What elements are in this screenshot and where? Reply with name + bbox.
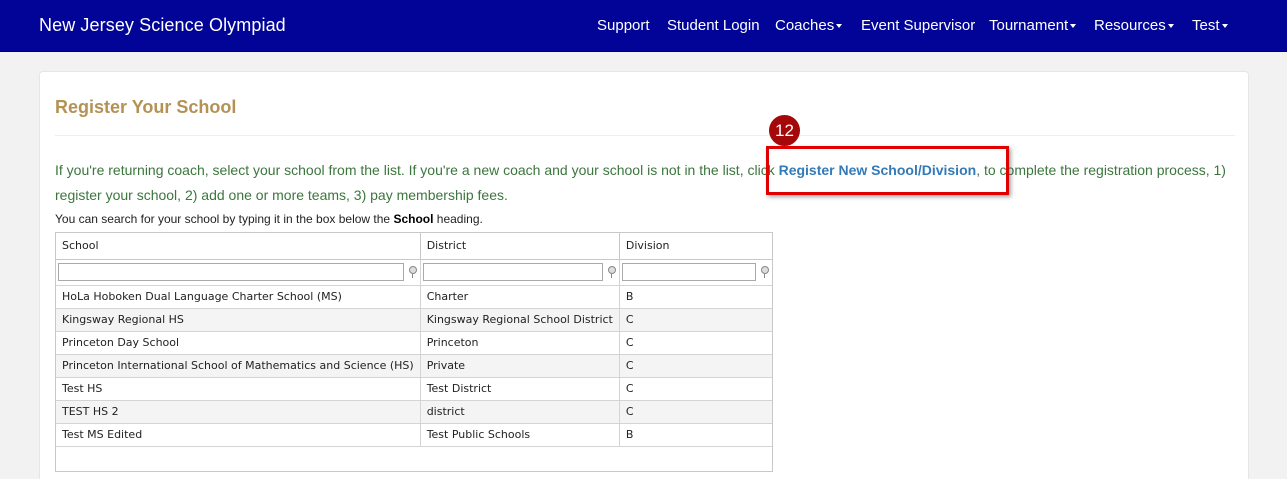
column-header-district[interactable]: District	[420, 233, 620, 260]
filter-cell	[420, 259, 620, 286]
caret-down-icon	[836, 24, 843, 29]
filter-pin-icon[interactable]	[408, 266, 417, 278]
table-row[interactable]: Kingsway Regional HS Kingsway Regional S…	[56, 308, 772, 332]
district-filter-input[interactable]	[422, 263, 603, 281]
district-cell[interactable]: Charter	[420, 285, 620, 309]
school-grid: School District Division HoLa Hoboken Du…	[55, 232, 773, 472]
table-row[interactable]: HoLa Hoboken Dual Language Charter Schoo…	[56, 285, 772, 309]
school-cell[interactable]: HoLa Hoboken Dual Language Charter Schoo…	[56, 285, 421, 309]
school-cell[interactable]: Princeton International School of Mathem…	[56, 354, 421, 378]
school-cell[interactable]: Test HS	[56, 377, 421, 401]
intro-before: If you're returning coach, select your s…	[55, 162, 779, 178]
step-highlight-box	[766, 146, 1009, 195]
school-table: School District Division HoLa Hoboken Du…	[56, 233, 772, 447]
nav-student-login[interactable]: Student Login	[667, 17, 760, 34]
nav-coaches[interactable]: Coaches	[775, 17, 843, 34]
division-filter-input[interactable]	[621, 263, 756, 281]
filter-cell	[56, 259, 421, 286]
nav-event-supervisor[interactable]: Event Supervisor	[861, 17, 975, 34]
school-cell[interactable]: TEST HS 2	[56, 400, 421, 424]
caret-down-icon	[1070, 24, 1077, 29]
division-cell[interactable]: B	[619, 285, 772, 309]
district-cell[interactable]: Kingsway Regional School District	[420, 308, 620, 332]
nav-test[interactable]: Test	[1192, 17, 1228, 34]
district-cell[interactable]: Princeton	[420, 331, 620, 355]
search-hint: You can search for your school by typing…	[55, 212, 483, 226]
nav-resources-label: Resources	[1094, 17, 1166, 34]
divider	[55, 135, 1235, 136]
nav-coaches-label: Coaches	[775, 17, 835, 34]
main-nav: Support Student Login Coaches Event Supe…	[0, 17, 1287, 37]
filter-wrap	[58, 263, 418, 281]
district-cell[interactable]: Test Public Schools	[420, 423, 620, 447]
division-cell[interactable]: C	[619, 400, 772, 424]
district-cell[interactable]: Test District	[420, 377, 620, 401]
table-row[interactable]: Test HS Test District C	[56, 377, 772, 401]
column-header-division[interactable]: Division	[619, 233, 772, 260]
division-cell[interactable]: C	[619, 308, 772, 332]
table-row[interactable]: TEST HS 2 district C	[56, 400, 772, 424]
intro-text: If you're returning coach, select your s…	[55, 158, 1235, 208]
nav-support[interactable]: Support	[597, 17, 650, 34]
header-row: School District Division	[56, 233, 772, 260]
column-header-school[interactable]: School	[56, 233, 421, 260]
caret-down-icon	[1167, 24, 1174, 29]
hint-bold: School	[393, 212, 434, 226]
filter-row	[56, 259, 772, 286]
page-title: Register Your School	[55, 97, 237, 117]
filter-cell	[619, 259, 772, 286]
division-cell[interactable]: B	[619, 423, 772, 447]
table-row[interactable]: Test MS Edited Test Public Schools B	[56, 423, 772, 447]
division-cell[interactable]: C	[619, 331, 772, 355]
nav-resources[interactable]: Resources	[1094, 17, 1174, 34]
nav-tournament-label: Tournament	[989, 17, 1069, 34]
filter-pin-icon[interactable]	[760, 266, 769, 278]
content-panel: Register Your School If you're returning…	[39, 71, 1249, 479]
division-cell[interactable]: C	[619, 354, 772, 378]
table-row[interactable]: Princeton Day School Princeton C	[56, 331, 772, 355]
school-cell[interactable]: Princeton Day School	[56, 331, 421, 355]
district-cell[interactable]: district	[420, 400, 620, 424]
filter-wrap	[621, 263, 770, 281]
nav-tournament[interactable]: Tournament	[989, 17, 1077, 34]
hint-after: heading.	[433, 212, 483, 226]
school-filter-input[interactable]	[58, 263, 404, 281]
caret-down-icon	[1221, 24, 1228, 29]
filter-pin-icon[interactable]	[607, 266, 616, 278]
table-row[interactable]: Princeton International School of Mathem…	[56, 354, 772, 378]
hint-before: You can search for your school by typing…	[55, 212, 394, 226]
district-cell[interactable]: Private	[420, 354, 620, 378]
navbar: New Jersey Science Olympiad Support Stud…	[0, 0, 1287, 52]
school-cell[interactable]: Kingsway Regional HS	[56, 308, 421, 332]
division-cell[interactable]: C	[619, 377, 772, 401]
school-cell[interactable]: Test MS Edited	[56, 423, 421, 447]
filter-wrap	[422, 263, 617, 281]
nav-test-label: Test	[1192, 17, 1220, 34]
step-number-badge: 12	[769, 115, 800, 146]
